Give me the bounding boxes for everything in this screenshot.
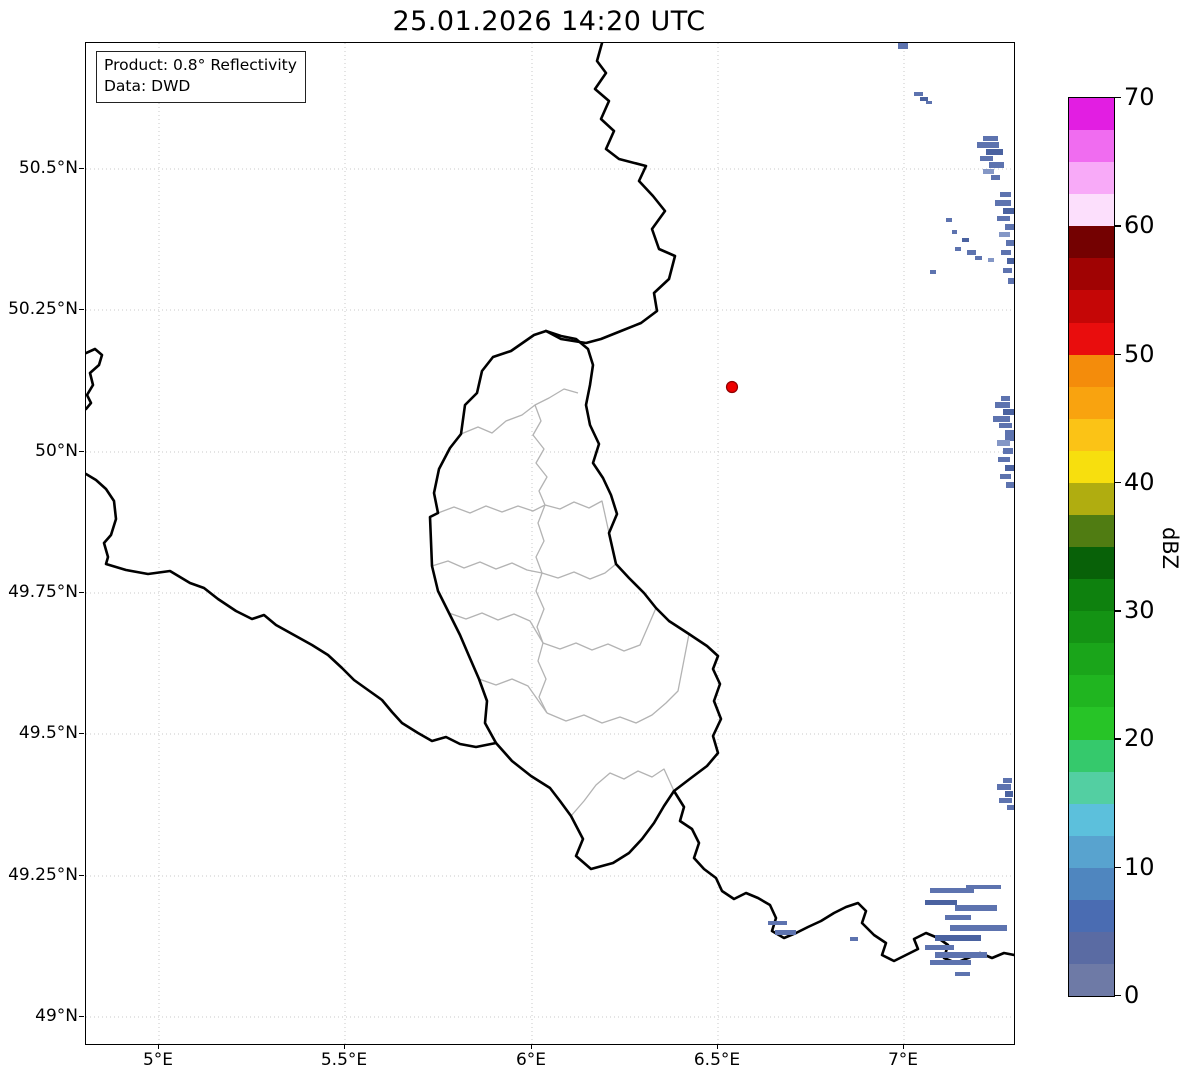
colorbar-tick-mark (1114, 995, 1121, 997)
colorbar-segment-12.5-15dBZ (1069, 803, 1114, 836)
y-tick-mark (79, 168, 84, 170)
y-tick-mark (79, 309, 84, 311)
colorbar-segment-2.5-5dBZ (1069, 932, 1114, 965)
radar-site-marker (725, 380, 739, 394)
colorbar-segment-0-2.5dBZ (1069, 964, 1114, 997)
colorbar-tick-mark (1114, 353, 1121, 355)
colorbar-segment-52.5-55dBZ (1069, 290, 1114, 323)
y-tick-label: 49.5°N (18, 723, 78, 743)
x-tick-label: 6°E (515, 1050, 547, 1070)
radar-echoes (768, 43, 1014, 976)
colorbar-segment-62.5-65dBZ (1069, 162, 1114, 195)
colorbar-tick-label: 70 (1124, 83, 1155, 111)
x-tick-mark (717, 1044, 719, 1049)
gridlines (86, 43, 1014, 1044)
y-tick-mark (79, 875, 84, 877)
colorbar-segment-17.5-20dBZ (1069, 739, 1114, 772)
y-tick-label: 50°N (35, 441, 78, 461)
y-tick-mark (79, 733, 84, 735)
colorbar-tick-mark (1114, 481, 1121, 484)
colorbar-segment-5-7.5dBZ (1069, 899, 1114, 933)
y-tick-label: 49.25°N (8, 865, 78, 885)
colorbar-tick-label: 20 (1124, 724, 1155, 753)
x-tick-mark (903, 1044, 905, 1049)
colorbar-segment-37.5-40dBZ (1069, 482, 1114, 516)
colorbar-segment-47.5-50dBZ (1069, 354, 1114, 387)
colorbar-tick-label: 60 (1124, 211, 1155, 240)
product-info-box: Product: 0.8° Reflectivity Data: DWD (96, 51, 306, 103)
x-tick-mark (531, 1044, 533, 1049)
colorbar-segment-25-27.5dBZ (1069, 643, 1114, 676)
map-plot-area: Product: 0.8° Reflectivity Data: DWD (85, 42, 1015, 1045)
x-tick-mark (158, 1044, 160, 1049)
colorbar-segment-10-12.5dBZ (1069, 835, 1114, 868)
colorbar-segment-35-37.5dBZ (1069, 515, 1114, 548)
colorbar-segment-67.5-70dBZ (1069, 98, 1114, 131)
y-tick-label: 49.75°N (8, 582, 78, 602)
colorbar-segment-57.5-60dBZ (1069, 226, 1114, 259)
x-tick-label: 5°E (142, 1050, 174, 1070)
colorbar-tick-label: 50 (1124, 339, 1155, 368)
colorbar-segment-50-52.5dBZ (1069, 322, 1114, 355)
y-tick-label: 50.25°N (8, 299, 78, 319)
colorbar-tick-mark (1114, 97, 1121, 99)
y-tick-mark (79, 592, 84, 594)
colorbar (1068, 97, 1115, 997)
x-tick-mark (344, 1044, 346, 1049)
colorbar-segment-65-67.5dBZ (1069, 130, 1114, 163)
colorbar-tick-label: 10 (1124, 852, 1155, 881)
radar-figure: 25.01.2026 14:20 UTC Product: 0.8° Refle… (0, 0, 1202, 1081)
colorbar-segment-30-32.5dBZ (1069, 579, 1114, 612)
colorbar-segment-22.5-25dBZ (1069, 675, 1114, 708)
x-tick-label: 5.5°E (320, 1050, 368, 1070)
plot-title: 25.01.2026 14:20 UTC (392, 6, 706, 37)
colorbar-segment-7.5-10dBZ (1069, 867, 1114, 900)
colorbar-segment-15-17.5dBZ (1069, 771, 1114, 804)
colorbar-tick-mark (1114, 225, 1121, 227)
y-tick-label: 49°N (35, 1006, 78, 1026)
data-source-line: Data: DWD (104, 76, 191, 95)
y-tick-label: 50.5°N (18, 158, 78, 178)
colorbar-segment-60-62.5dBZ (1069, 194, 1114, 227)
colorbar-tick-mark (1114, 866, 1121, 869)
colorbar-tick-mark (1114, 610, 1121, 612)
colorbar-segment-32.5-35dBZ (1069, 547, 1114, 580)
product-info-line: Product: 0.8° Reflectivity (104, 56, 297, 74)
colorbar-segment-45-47.5dBZ (1069, 386, 1114, 419)
y-tick-mark (79, 451, 84, 453)
colorbar-segment-42.5-45dBZ (1069, 418, 1114, 451)
colorbar-tick-mark (1114, 738, 1121, 740)
x-tick-label: 6.5°E (693, 1050, 741, 1070)
map-canvas (86, 43, 1014, 1044)
colorbar-tick-label: 0 (1124, 981, 1140, 1009)
colorbar-segment-40-42.5dBZ (1069, 450, 1114, 483)
colorbar-segment-27.5-30dBZ (1069, 611, 1114, 644)
colorbar-segment-20-22.5dBZ (1069, 707, 1114, 740)
colorbar-tick-label: 30 (1124, 596, 1155, 625)
colorbar-unit-label: dBZ (1158, 526, 1182, 570)
y-tick-mark (79, 1016, 84, 1018)
colorbar-segment-55-57.5dBZ (1069, 258, 1114, 291)
x-tick-label: 7°E (887, 1050, 919, 1070)
colorbar-tick-label: 40 (1124, 467, 1155, 496)
country-borders (86, 43, 1014, 965)
